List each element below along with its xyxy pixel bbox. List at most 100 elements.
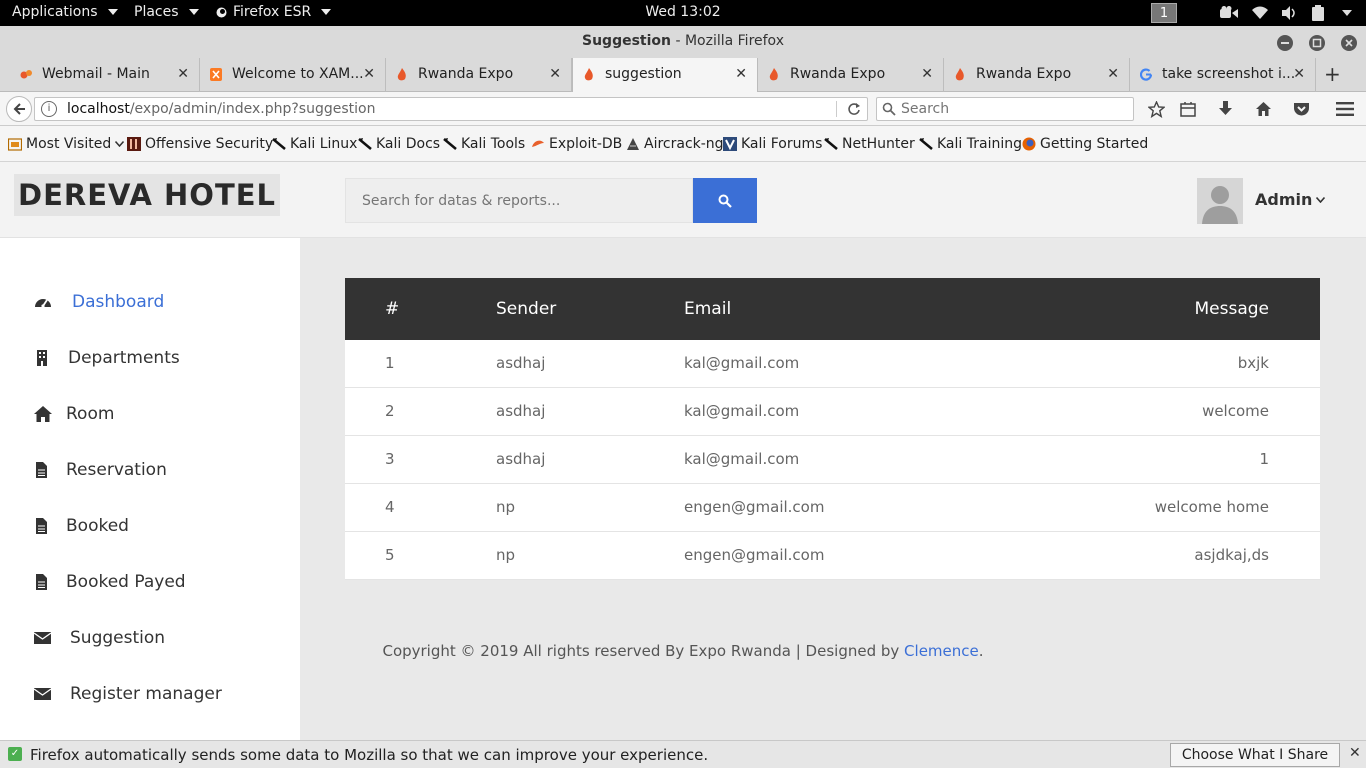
sidebar-item-dashboard[interactable]: Dashboard <box>0 280 300 324</box>
column-header-email: Email <box>684 299 732 319</box>
volume-icon <box>1282 6 1295 20</box>
pocket-icon[interactable] <box>1293 101 1310 117</box>
tab-google[interactable]: take screenshot i... ✕ <box>1130 58 1316 92</box>
tab-label: suggestion <box>605 66 682 82</box>
kali-dragon-icon <box>919 138 933 150</box>
bookmark-kali-training[interactable]: Kali Training <box>919 136 1022 152</box>
minimize-button[interactable] <box>1277 35 1293 51</box>
cell-sender: np <box>496 498 516 516</box>
kali-dragon-icon <box>824 138 838 150</box>
cell-message: 1 <box>1259 450 1269 468</box>
close-notification-icon[interactable]: ✕ <box>1349 745 1361 761</box>
bookmark-label: Aircrack-ng <box>644 136 724 152</box>
bookmark-kali-forums[interactable]: Kali Forums <box>723 136 822 152</box>
search-icon <box>718 194 732 208</box>
bookmark-most-visited[interactable]: Most Visited <box>8 136 125 152</box>
cell-sender: np <box>496 546 516 564</box>
choose-what-i-share-button[interactable]: Choose What I Share <box>1170 743 1340 767</box>
tab-close-icon[interactable]: ✕ <box>177 66 189 82</box>
reload-icon[interactable] <box>847 102 861 116</box>
tab-rwanda-expo[interactable]: Rwanda Expo ✕ <box>944 58 1130 92</box>
tab-label: Welcome to XAM... <box>232 66 364 82</box>
home-icon <box>34 406 52 422</box>
maximize-button[interactable] <box>1309 35 1325 51</box>
cell-email: kal@gmail.com <box>684 450 800 468</box>
kali-dragon-icon <box>272 138 286 150</box>
chevron-down-icon <box>1316 196 1326 203</box>
designer-link[interactable]: Clemence <box>904 642 979 660</box>
sidebar-item-register-manager[interactable]: Register manager <box>0 672 300 716</box>
bookmark-nethunter[interactable]: NetHunter <box>824 136 915 152</box>
sidebar-item-label: Register manager <box>70 684 222 704</box>
flame-favicon-icon <box>397 68 406 81</box>
sidebar-item-reservation[interactable]: Reservation <box>0 448 300 492</box>
cell-message: bxjk <box>1237 354 1269 372</box>
tab-close-icon[interactable]: ✕ <box>1293 66 1305 82</box>
user-name: Admin <box>1255 190 1313 209</box>
site-info-icon[interactable]: i <box>41 101 57 117</box>
cell-message: welcome home <box>1154 498 1269 516</box>
window-title-bar[interactable]: Suggestion - Mozilla Firefox <box>0 26 1366 58</box>
download-icon[interactable] <box>1218 101 1233 117</box>
xampp-favicon-icon <box>210 68 222 81</box>
tab-suggestion[interactable]: suggestion ✕ <box>572 58 758 93</box>
kali-dragon-icon <box>358 138 372 150</box>
search-icon <box>882 102 896 116</box>
bookmark-label: Most Visited <box>26 136 112 152</box>
tab-rwanda-expo[interactable]: Rwanda Expo ✕ <box>386 58 572 92</box>
bookmark-kali-tools[interactable]: Kali Tools <box>443 136 525 152</box>
tab-close-icon[interactable]: ✕ <box>363 66 375 82</box>
menu-hamburger-icon[interactable] <box>1336 102 1354 116</box>
tab-close-icon[interactable]: ✕ <box>1107 66 1119 82</box>
flame-favicon-icon <box>584 68 593 81</box>
bookmark-star-icon[interactable] <box>1148 101 1165 118</box>
tab-webmail[interactable]: Webmail - Main ✕ <box>10 58 200 92</box>
tab-close-icon[interactable]: ✕ <box>735 66 747 82</box>
bookmark-label: NetHunter <box>842 136 915 152</box>
back-button[interactable] <box>6 96 32 122</box>
user-menu[interactable]: Admin <box>1255 190 1326 209</box>
cell-email: engen@gmail.com <box>684 498 825 516</box>
search-bar[interactable] <box>876 97 1134 121</box>
table-row: 1 asdhaj kal@gmail.com bxjk <box>345 340 1320 388</box>
bookmarks-toolbar: Most Visited Offensive Security Kali Lin… <box>0 126 1366 162</box>
library-icon[interactable] <box>1180 102 1196 117</box>
web-search-input[interactable] <box>901 100 1121 118</box>
bookmark-kali-docs[interactable]: Kali Docs <box>358 136 440 152</box>
bookmark-exploit-db[interactable]: Exploit-DB <box>531 136 622 152</box>
address-bar[interactable]: i localhost/expo/admin/index.php?suggest… <box>34 97 868 121</box>
bookmark-getting-started[interactable]: Getting Started <box>1022 136 1148 152</box>
system-tray[interactable] <box>1220 5 1352 21</box>
google-favicon-icon <box>1140 68 1152 81</box>
report-search-input[interactable] <box>345 178 693 223</box>
bookmark-kali-linux[interactable]: Kali Linux <box>272 136 357 152</box>
tab-label: take screenshot i... <box>1162 66 1296 82</box>
sidebar-item-departments[interactable]: Departments <box>0 336 300 380</box>
bookmark-offensive-security[interactable]: Offensive Security <box>127 136 273 152</box>
cell-email: kal@gmail.com <box>684 354 800 372</box>
cell-sender: asdhaj <box>496 402 546 420</box>
tab-close-icon[interactable]: ✕ <box>549 66 561 82</box>
hotel-logo[interactable]: DEREVA HOTEL <box>14 174 281 216</box>
maximize-icon <box>1312 38 1322 48</box>
avatar[interactable] <box>1197 178 1243 224</box>
search-button[interactable] <box>693 178 757 223</box>
folder-icon <box>8 138 22 151</box>
tab-strip: Webmail - Main ✕ Welcome to XAM... ✕ Rwa… <box>0 58 1366 93</box>
tab-rwanda-expo[interactable]: Rwanda Expo ✕ <box>758 58 944 92</box>
close-window-button[interactable] <box>1341 35 1357 51</box>
tab-close-icon[interactable]: ✕ <box>921 66 933 82</box>
cell-message: asjdkaj,ds <box>1194 546 1269 564</box>
bookmark-aircrack-ng[interactable]: Aircrack-ng <box>626 136 724 152</box>
sidebar-item-room[interactable]: Room <box>0 392 300 436</box>
sidebar-item-booked[interactable]: Booked <box>0 504 300 548</box>
flame-favicon-icon <box>769 68 778 81</box>
workspace-indicator[interactable]: 1 <box>1151 3 1177 23</box>
home-icon[interactable] <box>1255 101 1272 117</box>
sidebar-item-label: Reservation <box>66 460 167 480</box>
new-tab-button[interactable]: + <box>1324 62 1341 86</box>
tab-xampp[interactable]: Welcome to XAM... ✕ <box>200 58 386 92</box>
sidebar-item-booked-payed[interactable]: Booked Payed <box>0 560 300 604</box>
app-header: Admin <box>300 162 1366 238</box>
system-top-bar: Applications Places Firefox ESR Wed 13:0… <box>0 0 1366 26</box>
